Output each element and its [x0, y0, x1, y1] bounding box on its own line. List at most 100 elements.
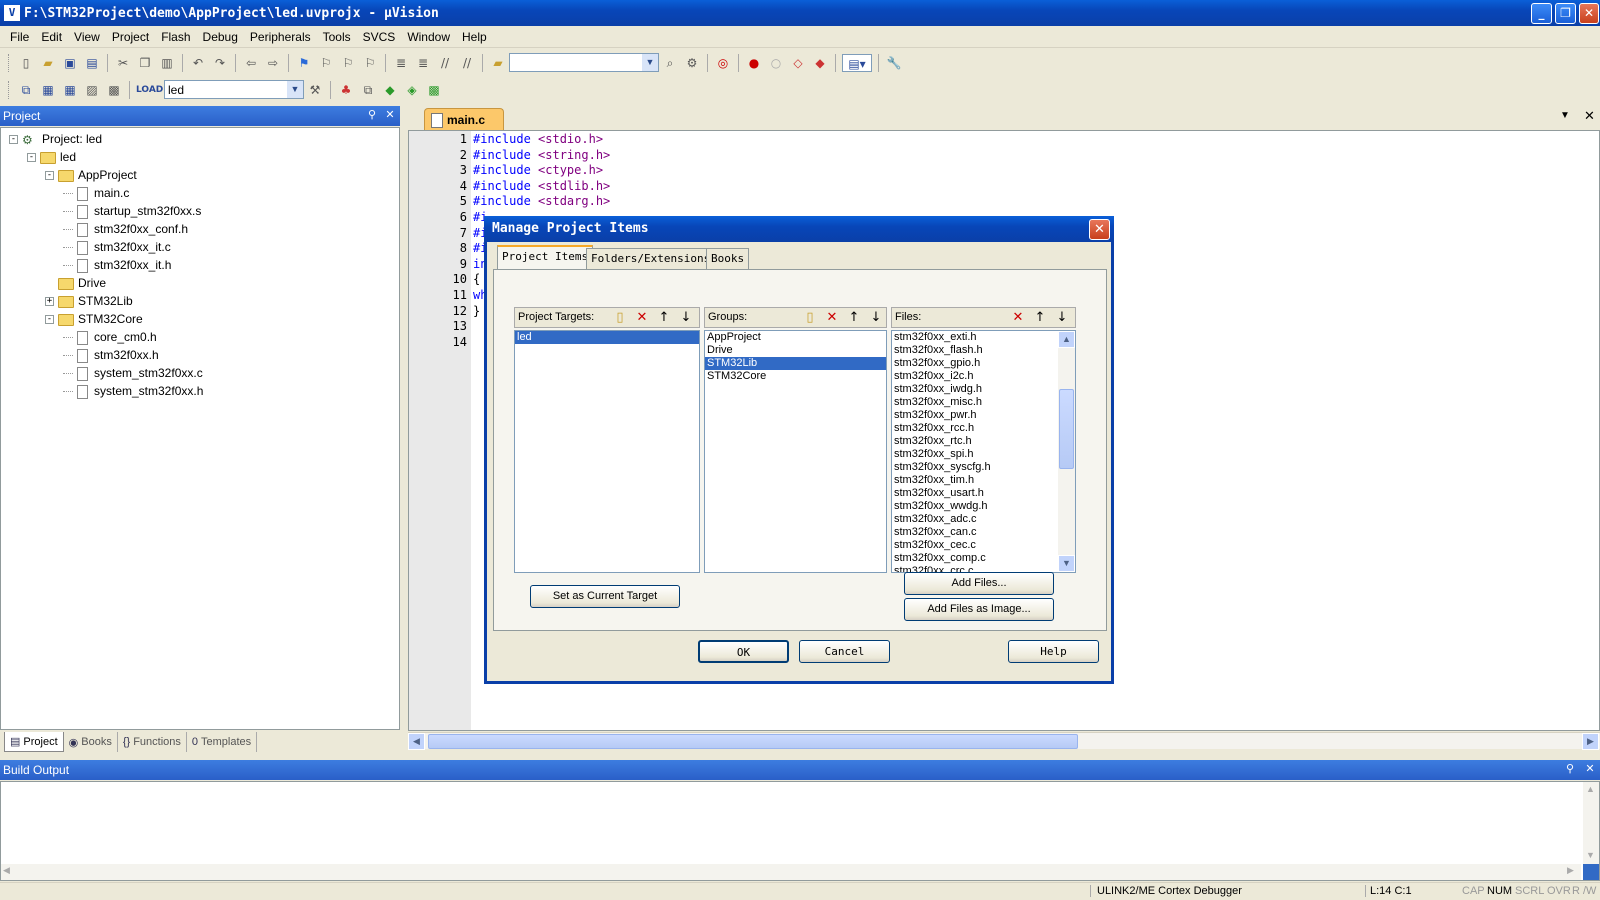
cancel-button[interactable]: Cancel	[799, 640, 890, 663]
stop-build-icon[interactable]: ▩	[105, 81, 123, 99]
new-group-icon[interactable]: ▯	[801, 309, 819, 326]
run-time-environment-icon[interactable]: ▩	[425, 81, 443, 99]
file-item[interactable]: stm32f0xx_crc.c	[892, 565, 1058, 572]
file-item[interactable]: stm32f0xx_misc.h	[892, 396, 1058, 409]
save-icon[interactable]: ▣	[61, 54, 79, 72]
tree-item[interactable]: - AppProject	[45, 167, 137, 184]
save-all-icon[interactable]: ▤	[83, 54, 101, 72]
move-up-icon[interactable]: ↑	[1031, 309, 1049, 326]
menu-svcs[interactable]: SVCS	[357, 30, 402, 44]
scroll-left-icon[interactable]: ◀	[408, 733, 425, 750]
insert-breakpoint-icon[interactable]: ●	[745, 54, 763, 72]
nav-back-icon[interactable]: ⇦	[242, 54, 260, 72]
move-down-icon[interactable]: ↓	[867, 309, 885, 326]
file-item[interactable]: stm32f0xx_pwr.h	[892, 409, 1058, 422]
open-file-icon[interactable]: ▰	[39, 54, 57, 72]
window-layout-icon[interactable]: ▤▾	[842, 53, 872, 72]
tab-project[interactable]: ▤ Project	[4, 732, 64, 752]
add-files-button[interactable]: Add Files...	[904, 572, 1054, 595]
minimize-button[interactable]: _	[1531, 3, 1552, 24]
scroll-right-icon[interactable]: ▶	[1567, 865, 1574, 876]
collapse-icon[interactable]: -	[45, 315, 54, 324]
close-panel-icon[interactable]: ✕	[1582, 762, 1598, 777]
scroll-up-icon[interactable]: ▲	[1058, 331, 1075, 348]
file-item[interactable]: stm32f0xx_wwdg.h	[892, 500, 1058, 513]
build-output-area[interactable]: ◀ ▶ ▲ ▼	[0, 781, 1600, 881]
move-down-icon[interactable]: ↓	[677, 309, 695, 326]
collapse-icon[interactable]: -	[45, 171, 54, 180]
move-up-icon[interactable]: ↑	[655, 309, 673, 326]
menu-tools[interactable]: Tools	[317, 30, 357, 44]
scroll-thumb[interactable]	[1059, 389, 1074, 469]
delete-file-icon[interactable]: ✕	[1009, 309, 1027, 326]
delete-target-icon[interactable]: ✕	[633, 309, 651, 326]
add-files-as-image-button[interactable]: Add Files as Image...	[904, 598, 1054, 621]
pin-icon[interactable]: ⚲	[1562, 762, 1578, 777]
manage-components-icon[interactable]: ♣	[337, 81, 355, 99]
chevron-down-icon[interactable]: ▼	[287, 81, 303, 98]
move-down-icon[interactable]: ↓	[1053, 309, 1071, 326]
disable-breakpoints-icon[interactable]: ◇	[789, 54, 807, 72]
groups-list[interactable]: AppProject Drive STM32Lib STM32Core	[704, 330, 887, 573]
tab-functions[interactable]: {} Functions	[118, 732, 187, 752]
redo-icon[interactable]: ↷	[211, 54, 229, 72]
unindent-icon[interactable]: ≣	[414, 54, 432, 72]
collapse-icon[interactable]: -	[27, 153, 36, 162]
tree-item[interactable]: + STM32Lib	[45, 293, 133, 310]
file-item[interactable]: stm32f0xx_cec.c	[892, 539, 1058, 552]
prev-bookmark-icon[interactable]: ⚐	[317, 54, 335, 72]
tree-item[interactable]: main.c	[63, 185, 129, 202]
copy-icon[interactable]: ❐	[136, 54, 154, 72]
tree-item[interactable]: system_stm32f0xx.c	[63, 365, 203, 382]
paste-icon[interactable]: ▥	[158, 54, 176, 72]
configure-icon[interactable]: 🔧	[885, 54, 903, 72]
translate-icon[interactable]: ⧉	[17, 81, 35, 99]
target-options-icon[interactable]: ⚒	[306, 81, 324, 99]
next-bookmark-icon[interactable]: ⚐	[339, 54, 357, 72]
menu-edit[interactable]: Edit	[35, 30, 68, 44]
target-item[interactable]: led	[515, 331, 699, 344]
new-target-icon[interactable]: ▯	[611, 309, 629, 326]
enable-breakpoint-icon[interactable]: ○	[767, 54, 785, 72]
tree-item[interactable]: - led	[27, 149, 76, 166]
pin-icon[interactable]: ⚲	[364, 108, 380, 123]
editor-tab-main-c[interactable]: main.c	[424, 108, 504, 130]
tree-item[interactable]: Drive	[45, 275, 106, 292]
menu-help[interactable]: Help	[456, 30, 493, 44]
file-item[interactable]: stm32f0xx_exti.h	[892, 331, 1058, 344]
close-panel-icon[interactable]: ✕	[382, 108, 398, 123]
menu-window[interactable]: Window	[401, 30, 456, 44]
tree-item[interactable]: stm32f0xx_it.h	[63, 257, 171, 274]
tab-books[interactable]: ◉ Books	[64, 732, 118, 752]
dialog-close-button[interactable]: ✕	[1089, 219, 1110, 240]
expand-icon[interactable]: +	[45, 297, 54, 306]
tab-folders-extensions[interactable]: Folders/Extensions	[586, 248, 716, 269]
batch-build-icon[interactable]: ▨	[83, 81, 101, 99]
uncomment-icon[interactable]: //	[458, 54, 476, 72]
restore-button[interactable]: ❐	[1555, 3, 1576, 24]
file-item[interactable]: stm32f0xx_iwdg.h	[892, 383, 1058, 396]
clear-bookmarks-icon[interactable]: ⚐	[361, 54, 379, 72]
build-icon[interactable]: ▦	[39, 81, 57, 99]
files-list-scrollbar[interactable]: ▲ ▼	[1058, 331, 1075, 572]
close-window-button[interactable]: ✕	[1579, 3, 1599, 24]
file-item[interactable]: stm32f0xx_adc.c	[892, 513, 1058, 526]
cut-icon[interactable]: ✂	[114, 54, 132, 72]
build-output-hscroll[interactable]: ◀ ▶	[1, 864, 1581, 880]
close-tab-icon[interactable]: ✕	[1584, 108, 1595, 124]
bookmark-icon[interactable]: ⚑	[295, 54, 313, 72]
file-item[interactable]: stm32f0xx_i2c.h	[892, 370, 1058, 383]
tree-item[interactable]: stm32f0xx_conf.h	[63, 221, 188, 238]
group-item[interactable]: STM32Core	[705, 370, 886, 383]
menu-peripherals[interactable]: Peripherals	[244, 30, 317, 44]
undo-icon[interactable]: ↶	[189, 54, 207, 72]
pack-installer-icon[interactable]: ◆	[381, 81, 399, 99]
tree-item[interactable]: core_cm0.h	[63, 329, 157, 346]
group-item[interactable]: AppProject	[705, 331, 886, 344]
file-item[interactable]: stm32f0xx_comp.c	[892, 552, 1058, 565]
menu-view[interactable]: View	[68, 30, 106, 44]
tree-item[interactable]: startup_stm32f0xx.s	[63, 203, 201, 220]
select-software-packs-icon[interactable]: ◈	[403, 81, 421, 99]
build-output-vscroll[interactable]: ▲ ▼	[1583, 782, 1599, 864]
set-current-target-button[interactable]: Set as Current Target	[530, 585, 680, 608]
